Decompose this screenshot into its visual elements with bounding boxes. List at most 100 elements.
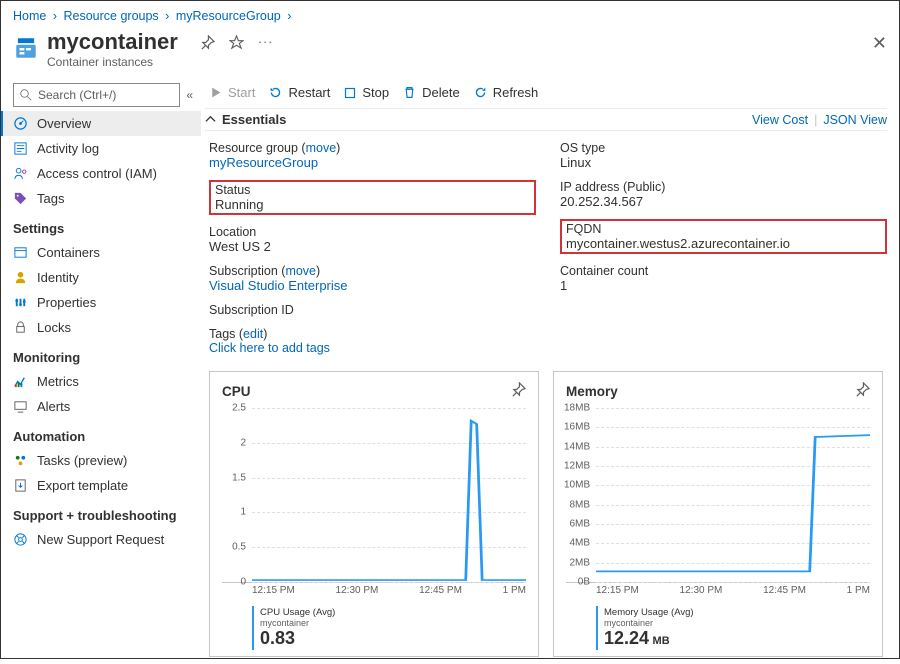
breadcrumb-home[interactable]: Home xyxy=(13,9,46,23)
essentials-label: Container count xyxy=(560,264,887,278)
essentials-label: FQDN xyxy=(566,222,881,236)
essentials-label: IP address (Public) xyxy=(560,180,887,194)
sidebar-group-title: Settings xyxy=(1,211,201,240)
sidebar-item-label: Identity xyxy=(37,270,79,285)
stop-icon xyxy=(344,87,356,99)
move-link[interactable]: move xyxy=(285,264,316,278)
iam-icon xyxy=(13,166,28,181)
pin-icon[interactable] xyxy=(200,35,215,53)
sidebar-item-label: Tags xyxy=(37,191,64,206)
essentials-label: Status xyxy=(215,183,530,197)
tags-edit-link[interactable]: edit xyxy=(243,327,263,341)
chart-title: CPU xyxy=(222,384,251,399)
sidebar-item-new-support-request[interactable]: New Support Request xyxy=(1,527,201,552)
container-instance-icon xyxy=(13,35,39,61)
properties-icon xyxy=(13,295,28,310)
start-button[interactable]: Start xyxy=(209,85,255,100)
chevron-up-icon xyxy=(205,114,216,125)
stop-button[interactable]: Stop xyxy=(344,85,389,100)
chart-legend: Memory Usage (Avg)mycontainer12.24 MB xyxy=(596,606,870,650)
sidebar-item-identity[interactable]: Identity xyxy=(1,265,201,290)
sidebar-item-label: Activity log xyxy=(37,141,99,156)
sidebar-item-label: Alerts xyxy=(37,399,70,414)
chart-card-cpu: CPU 00.511.522.512:15 PM12:30 PM12:45 PM1… xyxy=(209,371,539,657)
essentials-toggle[interactable]: Essentials xyxy=(205,112,286,127)
add-tags-link[interactable]: Click here to add tags xyxy=(209,341,330,355)
locks-icon xyxy=(13,320,28,335)
tasks-icon xyxy=(13,453,28,468)
essentials-value: mycontainer.westus2.azurecontainer.io xyxy=(566,236,881,251)
essentials-value: West US 2 xyxy=(209,239,536,254)
export-icon xyxy=(13,478,28,493)
tags-row: Tags (edit) Click here to add tags xyxy=(205,325,887,365)
sidebar-item-properties[interactable]: Properties xyxy=(1,290,201,315)
delete-icon xyxy=(403,86,416,99)
more-icon[interactable]: ··· xyxy=(258,35,274,53)
sidebar-item-label: Metrics xyxy=(37,374,79,389)
json-view-link[interactable]: JSON View xyxy=(823,113,887,127)
essentials-label: Resource group (move) xyxy=(209,141,536,155)
chart-xaxis: 12:15 PM12:30 PM12:45 PM1 PM xyxy=(222,583,526,600)
pin-chart-icon[interactable] xyxy=(855,382,870,400)
sidebar-item-export-template[interactable]: Export template xyxy=(1,473,201,498)
sidebar-item-label: Export template xyxy=(37,478,128,493)
chart-legend: CPU Usage (Avg)mycontainer0.83 xyxy=(252,606,526,650)
sidebar-group-title: Monitoring xyxy=(1,340,201,369)
restart-icon xyxy=(269,86,282,99)
sidebar-item-alerts[interactable]: Alerts xyxy=(1,394,201,419)
chart-title: Memory xyxy=(566,384,618,399)
activity-icon xyxy=(13,141,28,156)
breadcrumb-resource-groups[interactable]: Resource groups xyxy=(63,9,158,23)
pin-chart-icon[interactable] xyxy=(511,382,526,400)
favorite-icon[interactable] xyxy=(229,35,244,53)
search-icon xyxy=(20,89,32,101)
breadcrumb: Home › Resource groups › myResourceGroup… xyxy=(1,1,899,25)
identity-icon xyxy=(13,270,28,285)
search-placeholder: Search (Ctrl+/) xyxy=(38,88,116,102)
essentials-value: Running xyxy=(215,197,530,212)
sidebar-item-label: Tasks (preview) xyxy=(37,453,127,468)
chevron-right-icon: › xyxy=(162,9,172,23)
sidebar-item-metrics[interactable]: Metrics xyxy=(1,369,201,394)
collapse-sidebar-icon[interactable]: « xyxy=(186,88,193,102)
sidebar-item-locks[interactable]: Locks xyxy=(1,315,201,340)
page-title: mycontainer xyxy=(47,29,178,55)
sidebar-item-tags[interactable]: Tags xyxy=(1,186,201,211)
containers-icon xyxy=(13,245,28,260)
chevron-right-icon: › xyxy=(284,9,294,23)
breadcrumb-rg[interactable]: myResourceGroup xyxy=(176,9,281,23)
alerts-icon xyxy=(13,399,28,414)
essentials-label: Location xyxy=(209,225,536,239)
resource-type-label: Container instances xyxy=(47,55,178,69)
sidebar-item-overview[interactable]: Overview xyxy=(1,111,201,136)
view-cost-link[interactable]: View Cost xyxy=(752,113,808,127)
essentials-value: Linux xyxy=(560,155,887,170)
sidebar-item-tasks-preview-[interactable]: Tasks (preview) xyxy=(1,448,201,473)
tags-icon xyxy=(13,191,28,206)
close-icon[interactable]: ✕ xyxy=(872,33,887,54)
chart-plot[interactable]: 0B2MB4MB6MB8MB10MB12MB14MB16MB18MB xyxy=(566,408,870,583)
sidebar-group-title: Support + troubleshooting xyxy=(1,498,201,527)
delete-button[interactable]: Delete xyxy=(403,85,460,100)
refresh-button[interactable]: Refresh xyxy=(474,85,539,100)
essentials-value: 20.252.34.567 xyxy=(560,194,887,209)
chart-plot[interactable]: 00.511.522.5 xyxy=(222,408,526,583)
sidebar-item-access-control-iam-[interactable]: Access control (IAM) xyxy=(1,161,201,186)
essentials-value-link[interactable]: myResourceGroup xyxy=(209,155,318,170)
chart-card-memory: Memory 0B2MB4MB6MB8MB10MB12MB14MB16MB18MB… xyxy=(553,371,883,657)
essentials-label: OS type xyxy=(560,141,887,155)
sidebar-item-label: New Support Request xyxy=(37,532,164,547)
search-input[interactable]: Search (Ctrl+/) xyxy=(13,83,180,107)
move-link[interactable]: move xyxy=(306,141,337,155)
support-icon xyxy=(13,532,28,547)
page-header: mycontainer Container instances ··· ✕ xyxy=(1,25,899,79)
essentials-label: Subscription (move) xyxy=(209,264,536,278)
sidebar: Search (Ctrl+/) « Overview Activity log Ac… xyxy=(1,79,201,664)
essentials-value-link[interactable]: Visual Studio Enterprise xyxy=(209,278,348,293)
restart-button[interactable]: Restart xyxy=(269,85,330,100)
essentials-value: 1 xyxy=(560,278,887,293)
essentials-label: Subscription ID xyxy=(209,303,536,317)
metrics-icon xyxy=(13,374,28,389)
sidebar-item-activity-log[interactable]: Activity log xyxy=(1,136,201,161)
sidebar-item-containers[interactable]: Containers xyxy=(1,240,201,265)
